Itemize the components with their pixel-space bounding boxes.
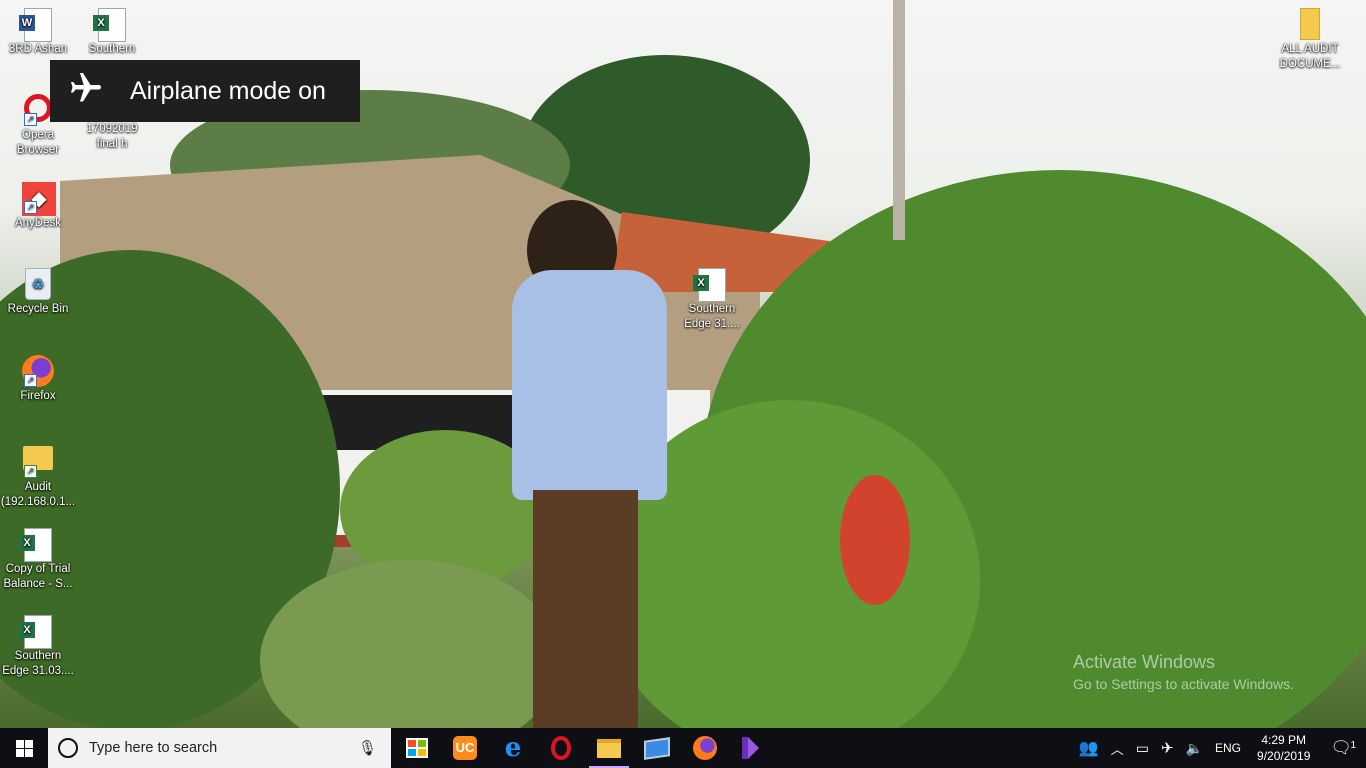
cortana-icon bbox=[58, 738, 78, 758]
desktop-icon-label: Opera Browser bbox=[16, 129, 60, 156]
watermark-subtitle: Go to Settings to activate Windows. bbox=[1073, 676, 1294, 692]
desktop-icon-all-audit-documents[interactable]: ALL AUDIT DOCUME... bbox=[1272, 8, 1348, 72]
excel-icon: X bbox=[693, 275, 709, 291]
activate-windows-watermark: Activate Windows Go to Settings to activ… bbox=[1073, 652, 1294, 692]
clock[interactable]: 4:29 PM 9/20/2019 bbox=[1247, 732, 1320, 764]
desktop-icon-label: Audit (192.168.0.1... bbox=[0, 481, 76, 508]
clock-time: 4:29 PM bbox=[1261, 733, 1307, 747]
desktop-icon-southern-edge-2[interactable]: X Southern Edge 31.... bbox=[674, 268, 750, 332]
desktop-icon-firefox[interactable]: ↗ Firefox bbox=[0, 355, 76, 404]
desktop-icon-label: Recycle Bin bbox=[7, 303, 69, 315]
desktop-icon-label: AnyDesk bbox=[14, 217, 62, 229]
notification-count: 1 bbox=[1350, 740, 1356, 751]
notification-icon: 🗨 bbox=[1330, 738, 1352, 757]
language-indicator[interactable]: ENG bbox=[1209, 728, 1247, 768]
desktop-icon-trial-balance[interactable]: X Copy of Trial Balance - S... bbox=[0, 528, 76, 592]
desktop-icon-label: Southern Edge 31.... bbox=[684, 303, 740, 330]
anydesk-pc-icon bbox=[644, 736, 670, 760]
desktop-icon-label: Southern bbox=[88, 43, 136, 55]
desktop-icon-label: 17092019 final h bbox=[86, 123, 138, 150]
desktop-icon-label: Southern Edge 31.03.... bbox=[2, 650, 74, 677]
word-icon: W bbox=[19, 15, 35, 31]
clock-date: 9/20/2019 bbox=[1257, 749, 1311, 763]
system-tray: 👥 ︿ ▭ ✈ 🔈 ENG 4:29 PM 9/20/2019 🗨 1 bbox=[1073, 728, 1366, 768]
desktop-icon-3rd-ashan[interactable]: W 3RD Ashan bbox=[0, 8, 76, 57]
opera-icon bbox=[551, 736, 571, 760]
taskbar-app-store[interactable] bbox=[393, 728, 441, 768]
desktop-icon-recycle-bin[interactable]: ♻ Recycle Bin bbox=[0, 268, 76, 317]
visual-studio-icon bbox=[747, 737, 759, 759]
recycle-bin-icon: ♻ bbox=[22, 268, 54, 300]
taskbar-app-visual-studio[interactable] bbox=[729, 728, 777, 768]
folder-icon bbox=[1294, 8, 1326, 40]
store-icon bbox=[406, 738, 428, 758]
toast-text: Airplane mode on bbox=[130, 76, 326, 105]
network-folder-icon: ↗ bbox=[22, 446, 54, 478]
taskbar-app-firefox[interactable] bbox=[681, 728, 729, 768]
excel-icon: X bbox=[93, 15, 109, 31]
windows-logo-icon bbox=[15, 739, 33, 757]
edge-icon: e bbox=[504, 733, 522, 763]
action-center-button[interactable]: 🗨 1 bbox=[1320, 728, 1366, 768]
desktop-icon-audit[interactable]: ↗ Audit (192.168.0.1... bbox=[0, 440, 76, 510]
desktop-icon-anydesk[interactable]: ◆ ↗ AnyDesk bbox=[0, 182, 76, 231]
search-box[interactable]: Type here to search 🎙 bbox=[48, 728, 391, 768]
battery-icon[interactable]: ▭ bbox=[1130, 728, 1155, 768]
desktop-icon-label: Copy of Trial Balance - S... bbox=[3, 563, 73, 590]
chevron-up-icon[interactable]: ︿ bbox=[1105, 728, 1130, 768]
excel-icon: X bbox=[19, 622, 35, 638]
desktop-icon-label: Firefox bbox=[20, 390, 56, 402]
desktop-icon-southern[interactable]: X Southern bbox=[74, 8, 150, 57]
taskbar-app-opera[interactable] bbox=[537, 728, 585, 768]
volume-icon[interactable]: 🔈 bbox=[1180, 728, 1209, 768]
microphone-icon[interactable]: 🎙 bbox=[358, 739, 377, 757]
taskbar-app-file-explorer[interactable] bbox=[585, 728, 633, 768]
search-placeholder: Type here to search bbox=[89, 740, 218, 756]
excel-icon: X bbox=[19, 535, 35, 551]
start-button[interactable] bbox=[0, 728, 48, 768]
taskbar-app-edge[interactable]: e bbox=[489, 728, 537, 768]
desktop-icon-label: 3RD Ashan bbox=[8, 43, 68, 55]
taskbar-app-uc-browser[interactable]: UC bbox=[441, 728, 489, 768]
airplane-mode-toast[interactable]: Airplane mode on bbox=[50, 60, 360, 122]
uc-browser-icon: UC bbox=[453, 736, 477, 760]
airplane-icon bbox=[68, 70, 108, 112]
desktop-icon-southern-edge[interactable]: X Southern Edge 31.03.... bbox=[0, 615, 76, 679]
airplane-icon[interactable]: ✈ bbox=[1155, 728, 1180, 768]
desktop-icon-label: ALL AUDIT DOCUME... bbox=[1279, 43, 1341, 70]
firefox-icon: ↗ bbox=[22, 355, 54, 387]
people-icon[interactable]: 👥 bbox=[1073, 728, 1105, 768]
anydesk-icon: ◆ ↗ bbox=[22, 182, 56, 216]
taskbar: Type here to search 🎙 UC e 👥 ︿ ▭ ✈ 🔈 ENG bbox=[0, 728, 1366, 768]
file-explorer-icon bbox=[597, 738, 621, 758]
watermark-title: Activate Windows bbox=[1073, 652, 1216, 672]
desktop-icon-17092019[interactable]: 17092019 final h bbox=[74, 122, 150, 152]
taskbar-app-anydesk[interactable] bbox=[633, 728, 681, 768]
firefox-icon bbox=[693, 736, 717, 760]
